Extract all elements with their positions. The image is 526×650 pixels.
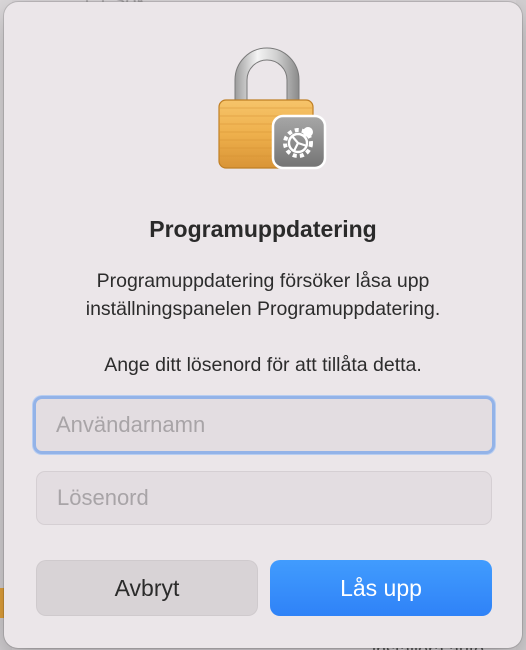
password-field[interactable] — [36, 471, 492, 525]
unlock-button[interactable]: Lås upp — [270, 560, 492, 616]
lock-with-gear-icon — [218, 47, 327, 170]
authentication-dialog: Programuppdatering Programuppdatering fö… — [4, 2, 522, 648]
dialog-message: Programuppdatering försöker låsa upp ins… — [85, 270, 441, 320]
cancel-button[interactable]: Avbryt — [36, 560, 258, 616]
dialog-prompt: Ange ditt lösenord för att tillåta detta… — [104, 354, 422, 376]
dialog-title: Programuppdatering — [149, 216, 377, 242]
username-field[interactable] — [33, 396, 495, 454]
